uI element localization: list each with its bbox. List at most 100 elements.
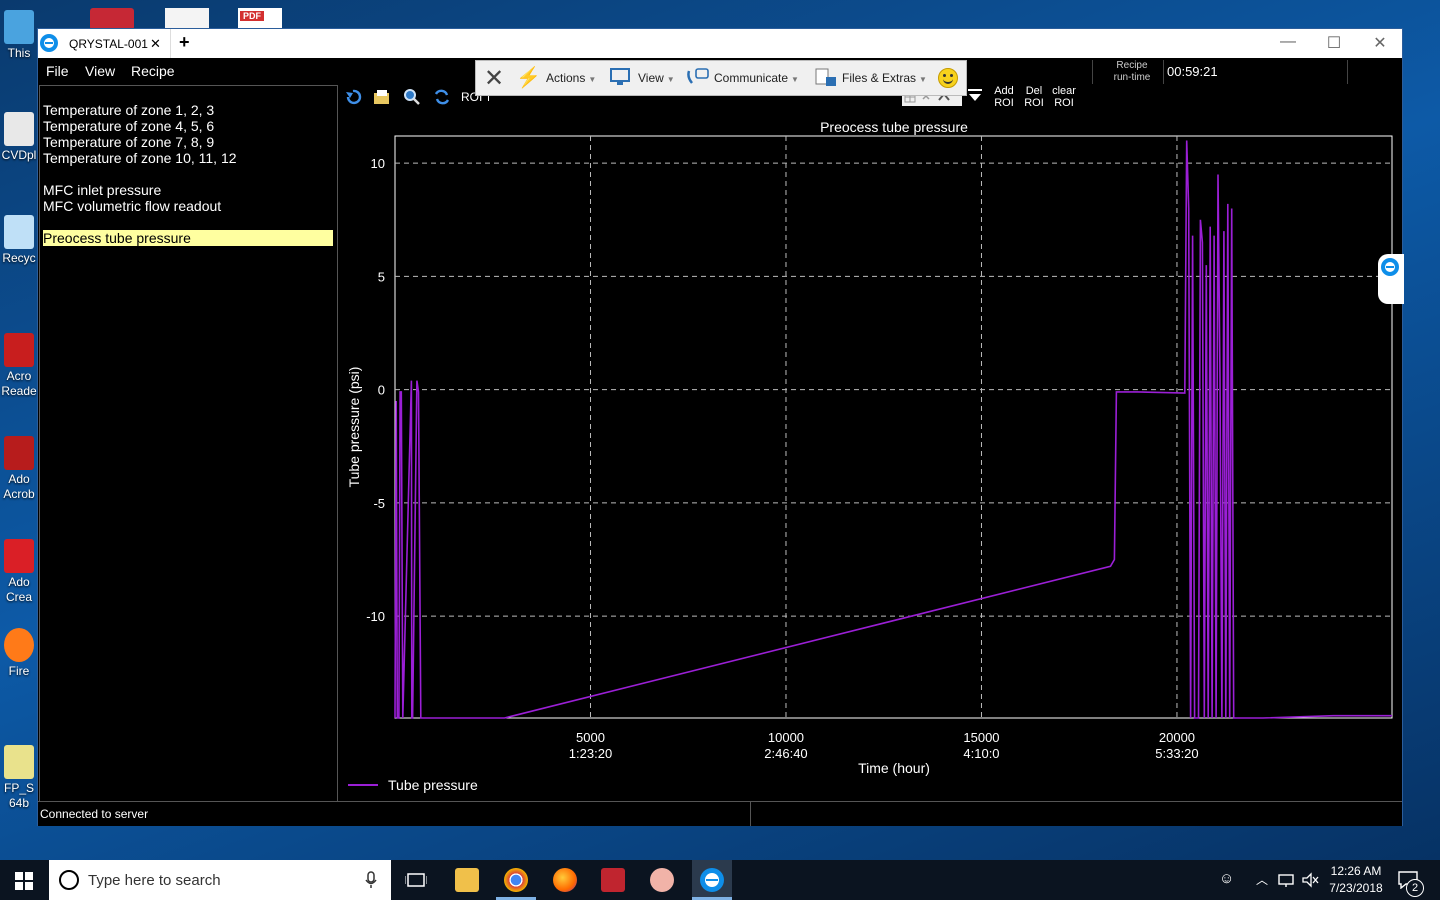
teamviewer-side-tab[interactable]	[1378, 254, 1404, 304]
desktop-icon-label: Fire	[8, 664, 30, 678]
y-tick-label: 5	[378, 269, 385, 284]
this-pc-icon[interactable]: This	[0, 10, 38, 61]
legend-label: Tube pressure	[388, 777, 478, 793]
pressure-chart[interactable]: Preocess tube pressure 10 5 0 -5 -10 50001:2…	[338, 87, 1402, 799]
files-extras-icon	[815, 68, 836, 86]
recipe-label-line1: Recipe	[1116, 60, 1148, 71]
people-icon[interactable]: ☺	[1219, 870, 1234, 887]
list-item[interactable]: Temperature of zone 7, 8, 9	[43, 134, 214, 150]
status-text: Connected to server	[40, 807, 149, 821]
desktop-icon-label: Acro Reade	[1, 369, 37, 398]
new-tab-button[interactable]: +	[179, 32, 190, 53]
y-tick-label: 0	[378, 383, 385, 398]
clock-time: 12:26 AM	[1330, 864, 1382, 878]
grid-lines	[395, 136, 1392, 718]
windows-start-icon[interactable]	[15, 872, 33, 890]
close-window-button[interactable]: ✕	[1360, 33, 1400, 53]
list-item[interactable]: MFC volumetric flow readout	[43, 198, 221, 214]
adobe-creative-cloud-icon[interactable]: Ado Crea	[0, 524, 38, 605]
teamviewer-toolbar: ✕ ⚡ Actions ▼ View ▼ Communicate ▼ Files & …	[475, 60, 967, 96]
volume-muted-icon[interactable]	[1302, 872, 1320, 888]
x-axis-ticks: 50001:23:20 100002:46:40 150004:10:0 200005…	[569, 730, 1199, 761]
recipe-runtime-value: 00:59:21	[1167, 64, 1218, 79]
list-item-selected[interactable]: Preocess tube pressure	[43, 230, 333, 246]
task-view-icon[interactable]	[405, 872, 427, 888]
mendeley-icon[interactable]	[601, 868, 625, 892]
recipe-label-line2: run-time	[1113, 72, 1151, 83]
tv-actions-label: Actions	[546, 71, 586, 85]
chevron-down-icon: ▼	[919, 75, 927, 84]
chrome-icon[interactable]	[504, 868, 528, 892]
tv-actions-menu[interactable]: Actions ▼	[546, 71, 596, 85]
red-app-icon[interactable]	[90, 8, 134, 30]
x-tick-label: 15000	[963, 730, 999, 745]
communicate-icon	[687, 68, 709, 84]
pdf-file-icon[interactable]: PDF	[238, 8, 282, 30]
clock[interactable]: 12:26 AM 7/23/2018	[1322, 863, 1390, 897]
tv-communicate-menu[interactable]: Communicate ▼	[714, 71, 799, 85]
tab-close-icon[interactable]: ✕	[150, 36, 161, 52]
y-axis-label: Tube pressure (psi)	[346, 367, 362, 488]
clock-date: 7/23/2018	[1329, 881, 1383, 895]
file-explorer-icon[interactable]	[455, 868, 479, 892]
menu-file[interactable]: File	[46, 63, 69, 79]
tv-communicate-label: Communicate	[714, 71, 789, 85]
microphone-icon[interactable]	[365, 871, 377, 889]
chevron-up-icon[interactable]: ︿	[1256, 871, 1268, 888]
tv-close-button[interactable]: ✕	[484, 64, 504, 93]
list-item[interactable]: Temperature of zone 4, 5, 6	[43, 118, 214, 134]
x-tick-sublabel: 1:23:20	[569, 746, 612, 761]
network-icon[interactable]	[1278, 872, 1296, 888]
x-axis-label: Time (hour)	[858, 760, 930, 776]
firefox-icon[interactable]	[553, 868, 577, 892]
taskbar-search-box[interactable]: Type here to search	[49, 860, 391, 900]
signal-list-panel: Temperature of zone 1, 2, 3 Temperature …	[39, 85, 338, 803]
search-placeholder: Type here to search	[88, 872, 221, 889]
y-tick-label: -5	[373, 496, 385, 511]
list-item[interactable]: Temperature of zone 10, 11, 12	[43, 150, 237, 166]
chevron-down-icon: ▼	[666, 75, 675, 84]
list-item[interactable]: MFC inlet pressure	[43, 182, 161, 198]
firefox-desktop-icon[interactable]: Fire	[0, 628, 38, 679]
x-tick-sublabel: 4:10:0	[963, 746, 999, 761]
desktop-icon-label: Ado Crea	[5, 575, 32, 604]
paint-app-icon[interactable]	[650, 868, 674, 892]
menu-recipe[interactable]: Recipe	[131, 63, 175, 79]
minimize-button[interactable]: —	[1268, 33, 1308, 51]
status-bar: Connected to server	[38, 801, 1402, 826]
teamviewer-taskbar-icon	[700, 868, 724, 892]
fp-software-icon[interactable]: FP_S 64b	[0, 730, 38, 811]
list-item[interactable]: Temperature of zone 1, 2, 3	[43, 102, 214, 118]
acrobat-reader-icon[interactable]: Acro Reade	[0, 318, 38, 399]
menu-view[interactable]: View	[85, 63, 115, 79]
status-divider	[750, 802, 751, 826]
lightning-icon: ⚡	[516, 67, 541, 89]
tv-view-label: View	[638, 71, 664, 85]
chevron-down-icon: ▼	[791, 75, 799, 84]
tv-view-menu[interactable]: View ▼	[638, 71, 675, 85]
tv-files-label: Files & Extras	[842, 71, 917, 85]
tv-files-extras-menu[interactable]: Files & Extras ▼	[842, 71, 927, 85]
tab-qrystal-001[interactable]: QRYSTAL-001 ✕	[62, 29, 171, 58]
taskbar: Type here to search ☺ ︿ 12:26 AM 7/23/20…	[0, 860, 1440, 900]
series-group	[394, 140, 1392, 719]
teamviewer-taskbar-button[interactable]	[692, 860, 732, 900]
chevron-down-icon: ▼	[588, 75, 597, 84]
maximize-button[interactable]: ☐	[1314, 33, 1354, 53]
chart-app-icon[interactable]	[165, 8, 209, 30]
x-tick-sublabel: 2:46:40	[764, 746, 807, 761]
pdf-badge: PDF	[240, 11, 264, 21]
teamviewer-side-icon	[1381, 258, 1399, 276]
adobe-acrobat-icon[interactable]: Ado Acrob	[0, 421, 38, 502]
x-tick-label: 20000	[1159, 730, 1195, 745]
tab-bar: QRYSTAL-001 ✕ + — ☐ ✕	[38, 29, 1402, 58]
desktop-icon-label: Ado Acrob	[3, 472, 35, 501]
desktop-icon-label: CVDpl	[1, 148, 37, 162]
qrystal-window: QRYSTAL-001 ✕ + — ☐ ✕ File View Recipe R…	[37, 28, 1404, 826]
monitor-icon	[610, 68, 630, 85]
cvdpl-file-icon[interactable]: CVDpl	[0, 112, 38, 163]
series-line-tube-pressure	[394, 140, 1392, 719]
smiley-feedback-icon[interactable]	[938, 68, 958, 88]
recipe-runtime-label: Recipe run-time	[1103, 60, 1161, 84]
recycle-bin-icon[interactable]: Recyc	[0, 215, 38, 266]
